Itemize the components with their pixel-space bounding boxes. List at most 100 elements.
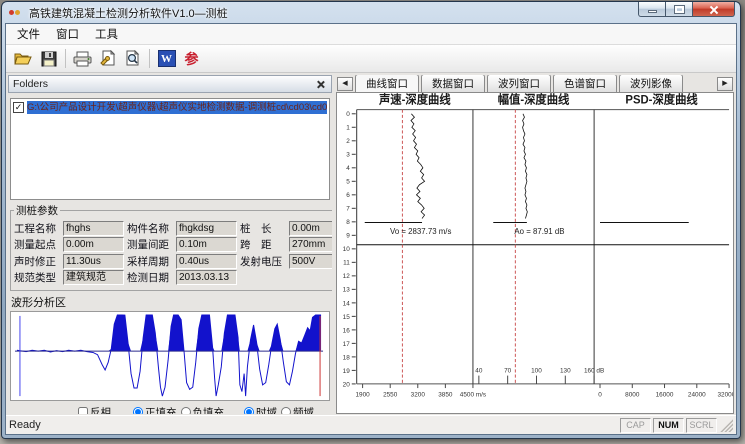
tab-3[interactable]: 色谱窗口 (553, 75, 617, 92)
param-value-field[interactable]: 11.30us (63, 254, 124, 269)
svg-text:3200: 3200 (411, 391, 426, 398)
folder-path-label: G:\公司产品设计开发\超声仪器\超声仪实地检测数据-调测桩cd\cd03\cd… (27, 101, 327, 114)
svg-text:1: 1 (346, 125, 350, 132)
tab-scroll-left-icon[interactable]: ◀ (337, 77, 353, 91)
waveform-plot[interactable] (10, 311, 330, 401)
minimize-icon (648, 10, 657, 13)
folders-pane: Folders ✓G:\公司产品设计开发\超声仪器\超声仪实地检测数据-调测桩c… (8, 75, 332, 414)
app-window: 高铁建筑混凝土检测分析软件V1.0—测桩 文件窗口工具 (1, 1, 741, 439)
depth-curves-svg: 01234567891011121314151617181920声速-深度曲线1… (337, 93, 733, 413)
svg-text:19: 19 (343, 368, 350, 375)
svg-text:11: 11 (343, 260, 350, 267)
param-value-field[interactable]: 0.00m (63, 237, 124, 252)
maximize-icon (675, 6, 684, 13)
svg-text:声速-深度曲线: 声速-深度曲线 (378, 93, 451, 106)
printer-icon (73, 51, 92, 67)
param-label: 检测日期 (127, 270, 173, 285)
param-label: 测量起点 (14, 237, 60, 252)
svg-text:160 dB: 160 dB (584, 367, 605, 374)
minimize-button[interactable] (638, 2, 666, 17)
menu-item-2[interactable]: 工具 (87, 24, 126, 44)
param-value-field[interactable]: 0.00m (289, 221, 332, 236)
time-domain-radio[interactable]: 时域 (244, 405, 277, 415)
menu-item-1[interactable]: 窗口 (48, 24, 87, 44)
toolbar-separator (149, 49, 150, 68)
param-value-field[interactable]: 270mm (289, 237, 332, 252)
invert-checkbox[interactable]: 反相 (78, 405, 111, 415)
svg-text:7: 7 (346, 206, 350, 213)
svg-text:4: 4 (346, 165, 350, 172)
negative-fill-radio[interactable]: 负填充 (181, 405, 225, 415)
svg-text:5: 5 (346, 179, 350, 186)
svg-text:18: 18 (343, 354, 350, 361)
svg-text:32000 u: 32000 u (717, 391, 733, 398)
save-icon (41, 51, 57, 67)
param-value-field[interactable]: 0.40us (176, 254, 237, 269)
print-button[interactable] (70, 47, 95, 70)
svg-text:16: 16 (343, 327, 350, 334)
folder-list[interactable]: ✓G:\公司产品设计开发\超声仪器\超声仪实地检测数据-调测桩cd\cd03\c… (10, 98, 330, 200)
param-label: 桩 长 (240, 221, 286, 236)
toolbar-separator (65, 49, 66, 68)
svg-text:8000: 8000 (625, 391, 640, 398)
waveform-svg (11, 312, 329, 400)
app-icon (9, 6, 24, 19)
tab-4[interactable]: 波列影像 (619, 75, 683, 92)
svg-text:40: 40 (475, 367, 482, 374)
print-preview-icon (124, 50, 141, 67)
svg-text:8: 8 (346, 219, 350, 226)
params-button[interactable]: 参 (179, 47, 204, 70)
pile-params-title: 测桩参数 (14, 203, 60, 218)
param-value-field[interactable]: 建筑规范 (63, 270, 124, 285)
param-value-field[interactable]: 0.10m (176, 237, 237, 252)
svg-text:70: 70 (504, 367, 511, 374)
pile-params-group: 测桩参数 工程名称fhghs构件名称fhgkdsg桩 长0.00m测量起点0.0… (10, 203, 332, 291)
wave-area-title: 波形分析区 (11, 294, 330, 310)
folders-close-icon[interactable] (315, 79, 327, 90)
svg-text:24000: 24000 (688, 391, 706, 398)
param-value-field[interactable]: 2013.03.13 (176, 270, 237, 285)
menu-bar: 文件窗口工具 (6, 24, 736, 45)
title-bar[interactable]: 高铁建筑混凝土检测分析软件V1.0—测桩 (5, 2, 737, 23)
folder-list-item[interactable]: ✓G:\公司产品设计开发\超声仪器\超声仪实地检测数据-调测桩cd\cd03\c… (13, 101, 327, 114)
resize-grip-icon[interactable] (720, 419, 733, 432)
param-label: 测量间距 (127, 237, 173, 252)
maximize-button[interactable] (666, 2, 693, 17)
svg-text:幅值-深度曲线: 幅值-深度曲线 (498, 93, 570, 106)
svg-text:14: 14 (343, 300, 350, 307)
tab-scroll-right-icon[interactable]: ▶ (717, 77, 733, 91)
svg-text:9: 9 (346, 233, 350, 240)
svg-text:12: 12 (343, 273, 350, 280)
param-value-field[interactable]: 500V (289, 254, 332, 269)
svg-text:20: 20 (343, 381, 350, 388)
positive-fill-radio[interactable]: 正填充 (133, 405, 177, 415)
svg-text:13: 13 (343, 287, 350, 294)
param-value-field[interactable]: fhghs (63, 221, 124, 236)
print-preview-button[interactable] (120, 47, 145, 70)
page-setup-button[interactable] (95, 47, 120, 70)
svg-text:Ao = 87.91 dB: Ao = 87.91 dB (514, 227, 564, 236)
svg-text:Vo = 2837.73 m/s: Vo = 2837.73 m/s (390, 227, 451, 236)
folder-checkbox[interactable]: ✓ (13, 102, 24, 113)
menu-item-0[interactable]: 文件 (9, 24, 48, 44)
page-setup-icon (99, 50, 116, 67)
tab-1[interactable]: 数据窗口 (421, 75, 485, 92)
param-label: 规范类型 (14, 270, 60, 285)
toolbar: W 参 (6, 45, 736, 73)
svg-text:2550: 2550 (383, 391, 398, 398)
param-label: 声时修正 (14, 254, 60, 269)
param-label: 采样周期 (127, 254, 173, 269)
open-button[interactable] (11, 47, 36, 70)
svg-text:6: 6 (346, 192, 350, 199)
tab-0[interactable]: 曲线窗口 (355, 75, 419, 93)
word-export-button[interactable]: W (154, 47, 179, 70)
tab-2[interactable]: 波列窗口 (487, 75, 551, 92)
svg-text:1900: 1900 (355, 391, 370, 398)
close-button[interactable] (693, 2, 735, 17)
param-value-field[interactable]: fhgkdsg (176, 221, 237, 236)
save-button[interactable] (36, 47, 61, 70)
freq-domain-radio[interactable]: 频域 (281, 405, 314, 415)
svg-text:2: 2 (346, 138, 350, 145)
params-icon: 参 (185, 49, 199, 69)
depth-curves-chart[interactable]: 01234567891011121314151617181920声速-深度曲线1… (336, 92, 734, 414)
